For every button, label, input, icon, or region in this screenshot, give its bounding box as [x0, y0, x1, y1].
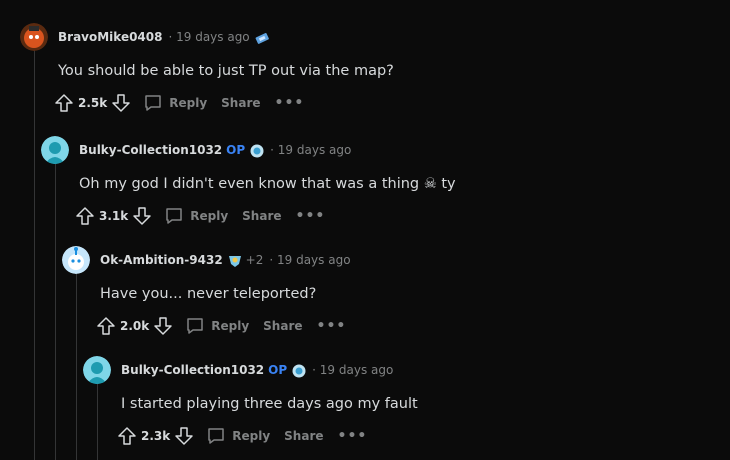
more-options-button[interactable]: •••	[296, 208, 326, 224]
comment: Bulky-Collection1032 OP · 19 days ago Oh…	[41, 136, 456, 228]
comment-actions: 2.0k Reply Share •••	[96, 314, 351, 338]
timestamp[interactable]: · 19 days ago	[168, 30, 249, 44]
vote-count: 2.0k	[120, 319, 150, 333]
share-button[interactable]: Share	[221, 96, 260, 110]
timestamp[interactable]: · 19 days ago	[270, 143, 351, 157]
comment-header: BravoMike0408 · 19 days ago	[20, 23, 394, 51]
avatar[interactable]	[20, 23, 48, 51]
downvote-icon	[133, 207, 151, 225]
comment: BravoMike0408 · 19 days ago You should b…	[20, 23, 394, 115]
downvote-button[interactable]	[153, 316, 173, 336]
avatar[interactable]	[83, 356, 111, 384]
downvote-icon	[175, 427, 193, 445]
reply-button[interactable]: Reply	[206, 426, 270, 446]
downvote-icon	[112, 94, 130, 112]
comment: Bulky-Collection1032 OP · 19 days ago I …	[83, 356, 418, 448]
username[interactable]: Ok-Ambition-9432	[100, 253, 223, 267]
timestamp[interactable]: · 19 days ago	[269, 253, 350, 267]
comment-actions: 2.5k Reply Share •••	[54, 91, 394, 115]
downvote-button[interactable]	[132, 206, 152, 226]
op-badge: OP	[226, 143, 246, 157]
more-options-button[interactable]: •••	[275, 95, 305, 111]
comment: Ok-Ambition-9432 +2 · 19 days ago Have y…	[62, 246, 351, 338]
badge-icon	[228, 253, 242, 267]
upvote-icon	[55, 94, 73, 112]
award-count: +2	[245, 253, 264, 267]
username[interactable]: Bulky-Collection1032	[79, 143, 222, 157]
reply-label: Reply	[190, 209, 229, 223]
share-button[interactable]: Share	[242, 209, 281, 223]
share-button[interactable]: Share	[263, 319, 302, 333]
comment-text: I started playing three days ago my faul…	[121, 396, 418, 412]
vote-count: 2.5k	[78, 96, 108, 110]
comment-text: Have you... never teleported?	[100, 286, 317, 302]
more-options-button[interactable]: •••	[338, 428, 368, 444]
comment-icon	[208, 428, 224, 444]
share-button[interactable]: Share	[284, 429, 323, 443]
comment-actions: 2.3k Reply Share •••	[117, 424, 418, 448]
vote-count: 3.1k	[99, 209, 129, 223]
upvote-button[interactable]	[75, 206, 95, 226]
reply-button[interactable]: Reply	[164, 206, 228, 226]
comment-icon	[145, 95, 161, 111]
comment-text: You should be able to just TP out via th…	[58, 63, 394, 79]
more-options-button[interactable]: •••	[317, 318, 347, 334]
upvote-button[interactable]	[54, 93, 74, 113]
ticket-icon	[255, 30, 269, 44]
upvote-icon	[76, 207, 94, 225]
comment-actions: 3.1k Reply Share •••	[75, 204, 456, 228]
timestamp[interactable]: · 19 days ago	[312, 363, 393, 377]
crystal-ball-icon	[292, 363, 306, 378]
avatar[interactable]	[62, 246, 90, 274]
comment-header: Bulky-Collection1032 OP · 19 days ago	[41, 136, 456, 164]
upvote-icon	[118, 427, 136, 445]
upvote-button[interactable]	[117, 426, 137, 446]
avatar[interactable]	[41, 136, 69, 164]
downvote-icon	[154, 317, 172, 335]
reply-button[interactable]: Reply	[185, 316, 249, 336]
op-badge: OP	[268, 363, 288, 377]
reply-label: Reply	[211, 319, 250, 333]
crystal-ball-icon	[250, 143, 264, 158]
reply-label: Reply	[232, 429, 271, 443]
username[interactable]: BravoMike0408	[58, 30, 162, 44]
downvote-button[interactable]	[174, 426, 194, 446]
comment-text: Oh my god I didn't even know that was a …	[79, 176, 456, 192]
comment-header: Bulky-Collection1032 OP · 19 days ago	[83, 356, 418, 384]
vote-count: 2.3k	[141, 429, 171, 443]
comment-header: Ok-Ambition-9432 +2 · 19 days ago	[62, 246, 351, 274]
reply-label: Reply	[169, 96, 208, 110]
upvote-button[interactable]	[96, 316, 116, 336]
reply-button[interactable]: Reply	[143, 93, 207, 113]
comment-icon	[187, 318, 203, 334]
comment-icon	[166, 208, 182, 224]
username[interactable]: Bulky-Collection1032	[121, 363, 264, 377]
upvote-icon	[97, 317, 115, 335]
downvote-button[interactable]	[111, 93, 131, 113]
